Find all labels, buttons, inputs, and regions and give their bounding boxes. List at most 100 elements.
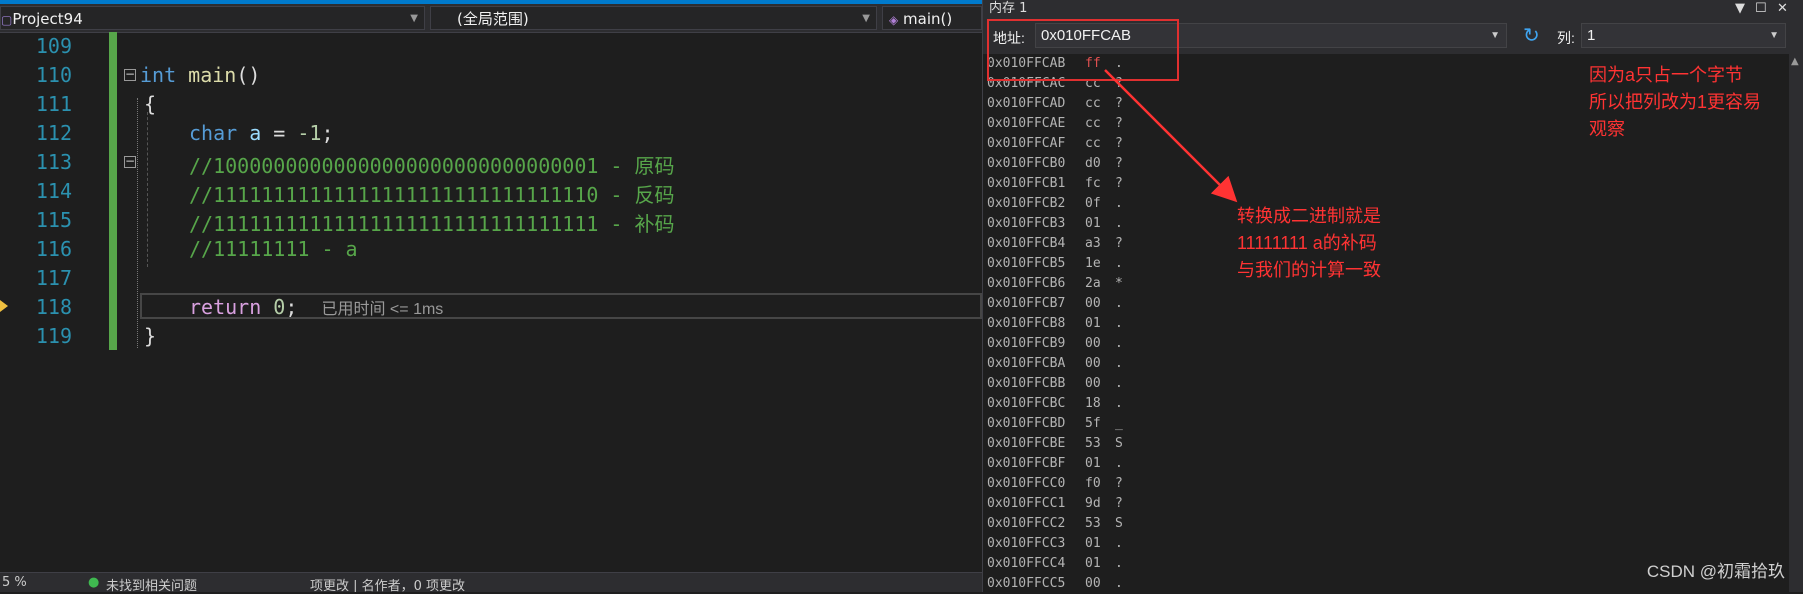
memory-row[interactable]: 0x010FFCB1 fc? — [987, 174, 1587, 194]
memory-char: * — [1115, 276, 1123, 291]
function-dropdown[interactable]: ◈ main() — [882, 6, 982, 30]
memory-byte[interactable]: 53 — [1085, 514, 1115, 534]
memory-row[interactable]: 0x010FFCBF 01. — [987, 454, 1587, 474]
memory-byte[interactable]: a3 — [1085, 234, 1115, 254]
memory-byte[interactable]: 00 — [1085, 294, 1115, 314]
memory-byte[interactable]: 00 — [1085, 574, 1115, 594]
memory-row[interactable]: 0x010FFCB0 d0? — [987, 154, 1587, 174]
memory-char: . — [1115, 256, 1123, 271]
changes-status[interactable]: 项更改 | 名作者，0 项更改 — [310, 575, 465, 592]
memory-address: 0x010FFCB1 — [987, 176, 1066, 191]
memory-row[interactable]: 0x010FFCB9 00. — [987, 334, 1587, 354]
memory-scrollbar[interactable]: ▲ — [1789, 54, 1803, 592]
memory-char: ? — [1115, 176, 1123, 191]
memory-address: 0x010FFCAD — [987, 96, 1066, 111]
memory-row[interactable]: 0x010FFCB7 00. — [987, 294, 1587, 314]
memory-address: 0x010FFCBE — [987, 436, 1066, 451]
memory-row[interactable]: 0x010FFCAE cc? — [987, 114, 1587, 134]
memory-byte[interactable]: 01 — [1085, 454, 1115, 474]
memory-char: . — [1115, 356, 1123, 371]
memory-row[interactable]: 0x010FFCBC 18. — [987, 394, 1587, 414]
memory-char: ? — [1115, 136, 1123, 151]
code-line-111: { — [144, 92, 157, 116]
memory-char: . — [1115, 296, 1123, 311]
dropdown-icon[interactable]: ▼ — [1735, 0, 1745, 18]
memory-byte[interactable]: 5f — [1085, 414, 1115, 434]
memory-byte[interactable]: 9d — [1085, 494, 1115, 514]
memory-row[interactable]: 0x010FFCC4 01. — [987, 554, 1587, 574]
memory-row[interactable]: 0x010FFCAF cc? — [987, 134, 1587, 154]
memory-char: . — [1115, 396, 1123, 411]
memory-byte[interactable]: 00 — [1085, 374, 1115, 394]
memory-byte[interactable]: d0 — [1085, 154, 1115, 174]
collapse-icon[interactable]: − — [124, 68, 136, 81]
memory-row[interactable]: 0x010FFCC5 00. — [987, 574, 1587, 594]
memory-byte[interactable]: 53 — [1085, 434, 1115, 454]
chevron-down-icon[interactable]: ▼ — [1769, 24, 1779, 47]
memory-address: 0x010FFCBC — [987, 396, 1066, 411]
memory-address: 0x010FFCC3 — [987, 536, 1066, 551]
close-icon[interactable]: ✕ — [1777, 0, 1788, 18]
memory-address: 0x010FFCB8 — [987, 316, 1066, 331]
memory-char: . — [1115, 576, 1123, 591]
collapse-icon[interactable]: − — [124, 155, 136, 168]
memory-byte[interactable]: 01 — [1085, 554, 1115, 574]
memory-byte[interactable]: 01 — [1085, 534, 1115, 554]
line-number: 110 — [35, 63, 72, 87]
memory-row[interactable]: 0x010FFCAD cc? — [987, 94, 1587, 114]
check-icon: ● — [88, 575, 100, 590]
refresh-icon[interactable]: ↻ — [1523, 24, 1540, 46]
code-line-110: int main() — [140, 63, 261, 87]
memory-char: . — [1115, 336, 1123, 351]
memory-row[interactable]: 0x010FFCBE 53 S — [987, 434, 1587, 454]
maximize-icon[interactable]: ☐ — [1755, 0, 1767, 18]
memory-byte[interactable]: 18 — [1085, 394, 1115, 414]
memory-byte[interactable]: 01 — [1085, 314, 1115, 334]
scroll-up-icon[interactable]: ▲ — [1791, 56, 1799, 67]
memory-char: . — [1115, 316, 1123, 331]
memory-byte[interactable]: f0 — [1085, 474, 1115, 494]
code-editor[interactable]: ▢Project94 ▼ (全局范围) ▼ ◈ main() 109 110 1… — [0, 0, 982, 592]
change-indicator-bar — [109, 32, 117, 350]
memory-char: ? — [1115, 116, 1123, 131]
memory-byte[interactable]: 1e — [1085, 254, 1115, 274]
memory-byte[interactable]: cc — [1085, 134, 1115, 154]
memory-row[interactable]: 0x010FFCBA 00. — [987, 354, 1587, 374]
columns-select[interactable]: 1 ▼ — [1581, 23, 1786, 48]
memory-title-bar: 内存 1 ▼ ☐ ✕ — [983, 0, 1803, 18]
memory-char: _ — [1115, 416, 1123, 431]
memory-row[interactable]: 0x010FFCB8 01. — [987, 314, 1587, 334]
memory-byte[interactable]: 2a — [1085, 274, 1115, 294]
function-icon: ◈ — [889, 13, 899, 27]
zoom-level[interactable]: 5 % — [2, 575, 27, 590]
code-line-112: char a = -1; — [189, 121, 334, 145]
memory-byte[interactable]: fc — [1085, 174, 1115, 194]
project-icon: ▢ — [1, 13, 13, 27]
issues-status[interactable]: 未找到相关问题 — [106, 575, 197, 592]
memory-char: . — [1115, 196, 1123, 211]
memory-row[interactable]: 0x010FFCC2 53 S — [987, 514, 1587, 534]
memory-byte[interactable]: cc — [1085, 114, 1115, 134]
scope-dropdown[interactable]: (全局范围) ▼ — [430, 6, 877, 30]
memory-byte[interactable]: cc — [1085, 94, 1115, 114]
memory-address: 0x010FFCBF — [987, 456, 1066, 471]
memory-address: 0x010FFCBB — [987, 376, 1066, 391]
memory-char: . — [1115, 216, 1123, 231]
memory-address: 0x010FFCB3 — [987, 216, 1066, 231]
memory-byte[interactable]: 00 — [1085, 354, 1115, 374]
memory-address: 0x010FFCB9 — [987, 336, 1066, 351]
perf-tip[interactable]: 已用时间 <= 1ms — [321, 301, 443, 318]
memory-row[interactable]: 0x010FFCBD 5f _ — [987, 414, 1587, 434]
memory-row[interactable]: 0x010FFCC0 f0? — [987, 474, 1587, 494]
memory-row[interactable]: 0x010FFCC1 9d? — [987, 494, 1587, 514]
memory-address: 0x010FFCB7 — [987, 296, 1066, 311]
memory-address: 0x010FFCB2 — [987, 196, 1066, 211]
memory-byte[interactable]: 01 — [1085, 214, 1115, 234]
memory-row[interactable]: 0x010FFCBB 00. — [987, 374, 1587, 394]
memory-row[interactable]: 0x010FFCC3 01. — [987, 534, 1587, 554]
project-dropdown[interactable]: ▢Project94 ▼ — [0, 6, 425, 30]
chevron-down-icon[interactable]: ▼ — [1490, 24, 1500, 47]
line-number: 115 — [35, 208, 72, 232]
memory-byte[interactable]: 0f — [1085, 194, 1115, 214]
memory-byte[interactable]: 00 — [1085, 334, 1115, 354]
